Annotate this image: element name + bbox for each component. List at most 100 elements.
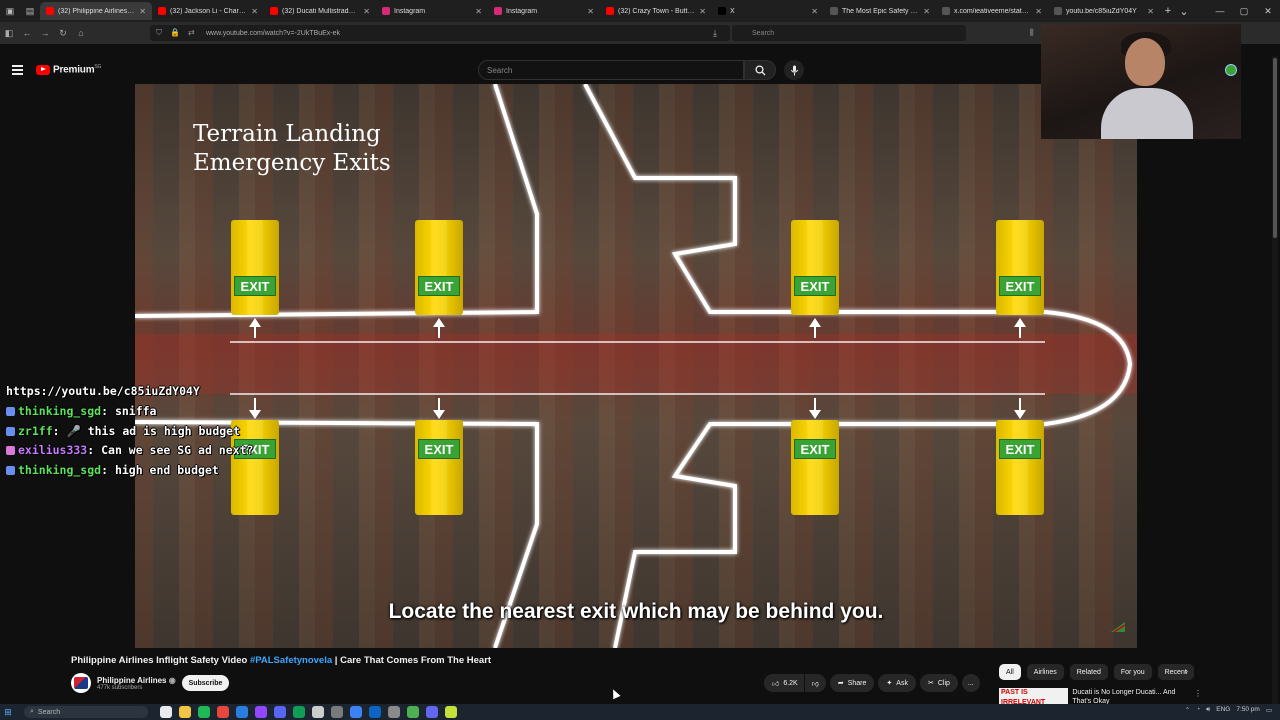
taskbar-search[interactable]: ⌕ Search bbox=[24, 706, 148, 718]
taskbar-app-icon[interactable] bbox=[369, 706, 381, 718]
taskbar-apps bbox=[160, 706, 457, 718]
scrollbar-thumb[interactable] bbox=[1273, 58, 1277, 238]
filter-chip[interactable]: Related bbox=[1069, 664, 1108, 680]
tab-label: (32) Ducati Multistrada RS V4 S bbox=[282, 7, 360, 15]
premium-label: Premium bbox=[53, 64, 95, 76]
subscribe-button[interactable]: Subscribe bbox=[182, 675, 229, 691]
filter-chip[interactable]: All bbox=[999, 664, 1021, 680]
taskbar-app-icon[interactable] bbox=[350, 706, 362, 718]
reload-icon[interactable]: ↻ bbox=[54, 28, 72, 39]
taskbar-app-icon[interactable] bbox=[160, 706, 172, 718]
maximize-icon[interactable]: ▢ bbox=[1232, 6, 1256, 17]
related-video-item[interactable]: PAST IS IRRELEVANT Ducati is No Longer D… bbox=[999, 688, 1189, 704]
tab-menu-icon[interactable]: ▣ bbox=[0, 6, 20, 17]
forward-icon[interactable]: → bbox=[36, 28, 54, 38]
video-player[interactable]: Terrain Landing Emergency Exits EXIT EXIT… bbox=[135, 84, 1137, 648]
network-icon[interactable]: ◔ bbox=[1196, 706, 1200, 714]
channel-name[interactable]: Philippine Airlines ◉ bbox=[97, 676, 176, 685]
hashtag-link[interactable]: #PALSafetynovela bbox=[250, 655, 332, 666]
search-button[interactable] bbox=[744, 60, 776, 80]
taskbar-app-icon[interactable] bbox=[255, 706, 267, 718]
chat-badge-icon bbox=[6, 406, 15, 416]
download-icon[interactable]: ⤓ bbox=[713, 28, 717, 39]
taskbar-app-icon[interactable] bbox=[445, 706, 457, 718]
browser-tab[interactable]: The Most Epic Safety Video Eve ✕ bbox=[824, 2, 936, 20]
close-window-icon[interactable]: ✕ bbox=[1256, 6, 1280, 17]
streamer-face bbox=[1125, 38, 1165, 86]
browser-tab[interactable]: (32) Ducati Multistrada RS V4 S✕ bbox=[264, 2, 376, 20]
clock[interactable]: 7:50 pm bbox=[1236, 706, 1260, 714]
taskbar-app-icon[interactable] bbox=[179, 706, 191, 718]
tab-close-icon[interactable]: ✕ bbox=[475, 7, 482, 16]
avatar[interactable] bbox=[71, 673, 91, 693]
tab-dropdown-icon[interactable]: ⌄ bbox=[1176, 5, 1192, 18]
browser-tab[interactable]: x.com/ieativeeme/status/200✕ bbox=[936, 2, 1048, 20]
window-controls: — ▢ ✕ bbox=[1208, 0, 1280, 22]
sidebar-toggle-icon[interactable]: ◧ bbox=[0, 28, 18, 39]
stream-chat-overlay: https://youtu.be/c85iuZdY04Y thinking_sgd… bbox=[6, 382, 253, 481]
volume-icon[interactable]: 🔊︎ bbox=[1206, 706, 1210, 714]
language-indicator[interactable]: ENG bbox=[1216, 706, 1230, 714]
tab-close-icon[interactable]: ✕ bbox=[251, 7, 258, 16]
taskbar-app-icon[interactable] bbox=[293, 706, 305, 718]
tab-close-icon[interactable]: ✕ bbox=[699, 7, 706, 16]
taskbar-app-icon[interactable] bbox=[217, 706, 229, 718]
youtube-search-input[interactable]: Search bbox=[478, 60, 744, 80]
new-tab-icon[interactable]: + bbox=[1160, 5, 1176, 17]
taskbar-app-icon[interactable] bbox=[388, 706, 400, 718]
tab-close-icon[interactable]: ✕ bbox=[139, 7, 146, 16]
tab-close-icon[interactable]: ✕ bbox=[923, 7, 930, 16]
browser-tab[interactable]: (32) Jackson Li - CharmCharm(✕ bbox=[152, 2, 264, 20]
menu-icon[interactable] bbox=[12, 65, 23, 77]
filter-chip[interactable]: Recent bbox=[1157, 664, 1194, 680]
permissions-icon[interactable]: ⇄ bbox=[188, 28, 195, 38]
youtube-logo[interactable]: PremiumSG bbox=[36, 64, 101, 75]
voice-search-button[interactable] bbox=[784, 60, 804, 80]
related-more-icon[interactable]: ⋮ bbox=[1194, 689, 1202, 698]
chevron-right-icon[interactable]: › bbox=[1185, 666, 1188, 676]
ask-button[interactable]: ✦ Ask bbox=[878, 674, 916, 692]
browser-tab[interactable]: Instagram ✕ bbox=[376, 2, 488, 20]
dislike-button[interactable]: 👎︎ bbox=[804, 674, 826, 692]
taskbar-app-icon[interactable] bbox=[331, 706, 343, 718]
tab-label: x.com/ieativeeme/status/200 bbox=[954, 7, 1032, 15]
exit-arrow-icon bbox=[1014, 318, 1026, 327]
home-icon[interactable]: ⌂ bbox=[72, 28, 90, 38]
like-button[interactable]: 👍︎ 6.2K bbox=[764, 674, 804, 692]
tab-close-icon[interactable]: ✕ bbox=[811, 7, 818, 16]
more-actions-button[interactable]: ... bbox=[961, 674, 980, 692]
browser-tab[interactable]: (32) Crazy Town - Butterfly (Offi ✕ bbox=[600, 2, 712, 20]
tab-close-icon[interactable]: ✕ bbox=[587, 7, 594, 16]
share-button[interactable]: ➦ Share bbox=[829, 674, 875, 692]
taskbar-app-icon[interactable] bbox=[426, 706, 438, 718]
back-icon[interactable]: ← bbox=[18, 28, 36, 38]
taskbar-app-icon[interactable] bbox=[312, 706, 324, 718]
address-bar[interactable]: ⛉ 🔒 ⇄ www.youtube.com/watch?v=-2UkTBuEx-… bbox=[150, 25, 853, 41]
taskbar-app-icon[interactable] bbox=[198, 706, 210, 718]
tab-favicon-icon bbox=[382, 7, 390, 15]
browser-tab[interactable]: X ✕ bbox=[712, 2, 824, 20]
lock-icon[interactable]: 🔒 bbox=[170, 28, 180, 38]
exit-sign: EXIT bbox=[999, 276, 1041, 296]
tab-close-icon[interactable]: ✕ bbox=[1147, 7, 1154, 16]
shield-icon[interactable]: ⛉ bbox=[156, 28, 162, 38]
tab-close-icon[interactable]: ✕ bbox=[1035, 7, 1042, 16]
notifications-icon[interactable]: ▭ bbox=[1266, 706, 1272, 714]
tray-arrow-icon[interactable]: ⌃ bbox=[1185, 706, 1190, 714]
windows-start-icon[interactable]: ⊞ bbox=[0, 707, 16, 718]
filter-chip[interactable]: For you bbox=[1113, 664, 1152, 680]
minimize-icon[interactable]: — bbox=[1208, 6, 1232, 16]
browser-search-field[interactable]: Search bbox=[732, 25, 966, 41]
chat-username: exilius333 bbox=[18, 443, 88, 458]
taskbar-app-icon[interactable] bbox=[236, 706, 248, 718]
tab-list-icon[interactable]: ▤ bbox=[20, 6, 40, 17]
filter-chip[interactable]: Airlines bbox=[1026, 664, 1064, 680]
taskbar-app-icon[interactable] bbox=[407, 706, 419, 718]
library-icon[interactable]: ⫼ bbox=[1030, 28, 1034, 38]
browser-tab[interactable]: (32) Philippine Airlines Infl ✕ bbox=[40, 2, 152, 20]
taskbar-app-icon[interactable] bbox=[274, 706, 286, 718]
clip-button[interactable]: ✂ Clip bbox=[919, 674, 958, 692]
browser-tab[interactable]: youtu.be/c85iuZdY04Y ✕ bbox=[1048, 2, 1160, 20]
browser-tab[interactable]: Instagram ✕ bbox=[488, 2, 600, 20]
tab-close-icon[interactable]: ✕ bbox=[363, 7, 370, 16]
